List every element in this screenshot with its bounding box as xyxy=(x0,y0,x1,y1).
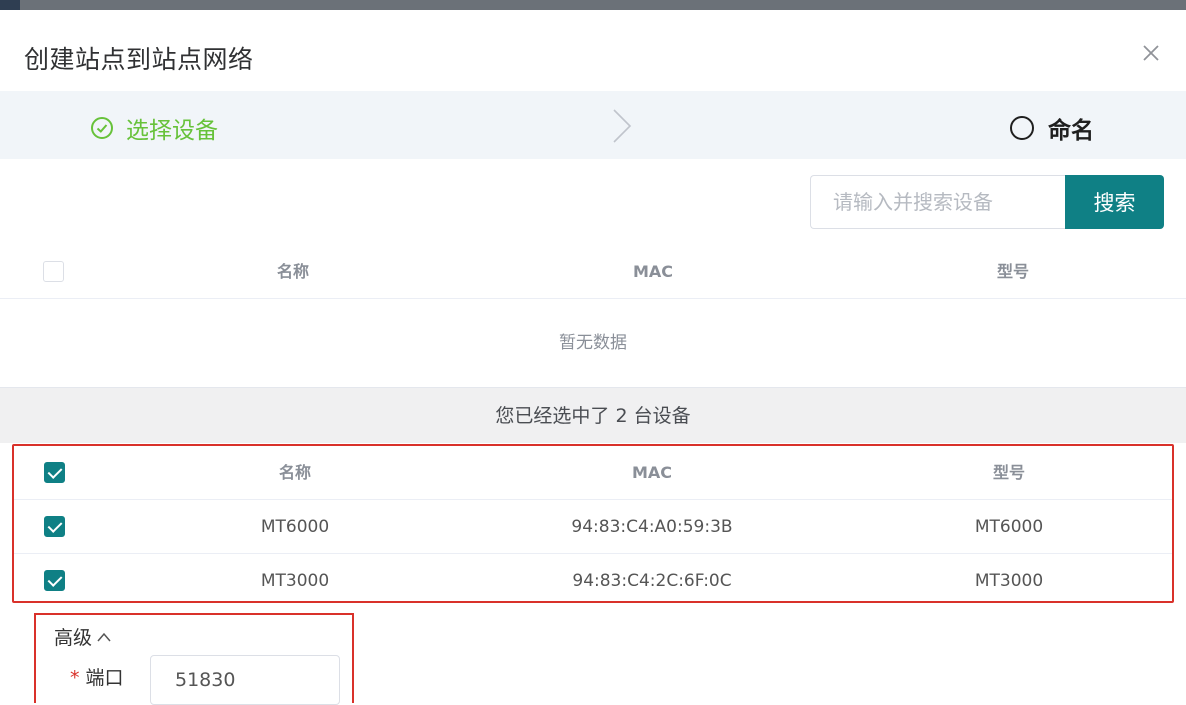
close-icon xyxy=(1143,45,1159,61)
selected-column-header-mac: MAC xyxy=(631,463,673,482)
column-header-name: 名称 xyxy=(276,262,309,281)
device-mac: 94:83:C4:2C:6F:0C xyxy=(572,571,732,591)
device-model: MT3000 xyxy=(974,571,1044,591)
device-search-input[interactable] xyxy=(810,175,1065,229)
background-top-bar xyxy=(0,0,1186,10)
column-header-model: 型号 xyxy=(996,262,1029,281)
port-label-text: 端口 xyxy=(85,667,124,689)
selected-table-header: 名称 MAC 型号 xyxy=(14,446,1172,500)
step-naming-label: 命名 xyxy=(1048,118,1094,144)
device-search: 搜索 xyxy=(810,175,1164,229)
steps-bar: 选择设备 命名 xyxy=(0,91,1186,159)
selected-column-header-model: 型号 xyxy=(992,463,1025,482)
table-row[interactable]: MT3000 94:83:C4:2C:6F:0C MT3000 xyxy=(14,554,1172,608)
device-name: MT3000 xyxy=(260,571,330,591)
step-select-device-label: 选择设备 xyxy=(126,118,218,144)
table-row[interactable]: MT6000 94:83:C4:A0:59:3B MT6000 xyxy=(14,500,1172,554)
empty-data-text: 暂无数据 xyxy=(559,333,627,353)
device-model: MT6000 xyxy=(974,517,1044,537)
device-mac: 94:83:C4:A0:59:3B xyxy=(571,517,733,537)
selected-column-header-name: 名称 xyxy=(278,463,311,482)
chevron-up-icon xyxy=(97,632,111,641)
selected-count-text: 您已经选中了 2 台设备 xyxy=(0,387,1186,443)
create-site-to-site-dialog: 创建站点到站点网络 选择设备 命名 搜索 名称 MAC 型号 暂 xyxy=(0,10,1186,705)
advanced-title: 高级 xyxy=(54,627,93,649)
selected-select-all-checkbox[interactable] xyxy=(44,462,65,483)
required-mark: * xyxy=(70,667,80,689)
select-all-checkbox[interactable] xyxy=(43,261,64,282)
background-top-accent xyxy=(0,0,20,10)
close-button[interactable] xyxy=(1138,40,1164,66)
circle-icon xyxy=(1010,116,1034,140)
check-circle-icon xyxy=(91,117,113,139)
row-checkbox[interactable] xyxy=(44,516,65,537)
available-devices-table-header: 名称 MAC 型号 xyxy=(0,245,1186,299)
advanced-settings: 高级 * 端口 xyxy=(34,613,354,705)
row-checkbox[interactable] xyxy=(44,570,65,591)
step-naming: 命名 xyxy=(1010,111,1094,145)
search-button[interactable]: 搜索 xyxy=(1065,175,1164,229)
advanced-toggle[interactable]: 高级 xyxy=(54,623,112,650)
dialog-title: 创建站点到站点网络 xyxy=(24,45,254,74)
column-header-mac: MAC xyxy=(632,262,674,281)
step-select-device: 选择设备 xyxy=(90,111,218,145)
selected-devices-table: 名称 MAC 型号 MT6000 94:83:C4:A0:59:3B MT600… xyxy=(12,444,1174,603)
port-label: * 端口 xyxy=(70,663,124,690)
device-name: MT6000 xyxy=(260,517,330,537)
port-input[interactable] xyxy=(150,655,340,705)
step-chevron-right-icon xyxy=(613,109,632,143)
